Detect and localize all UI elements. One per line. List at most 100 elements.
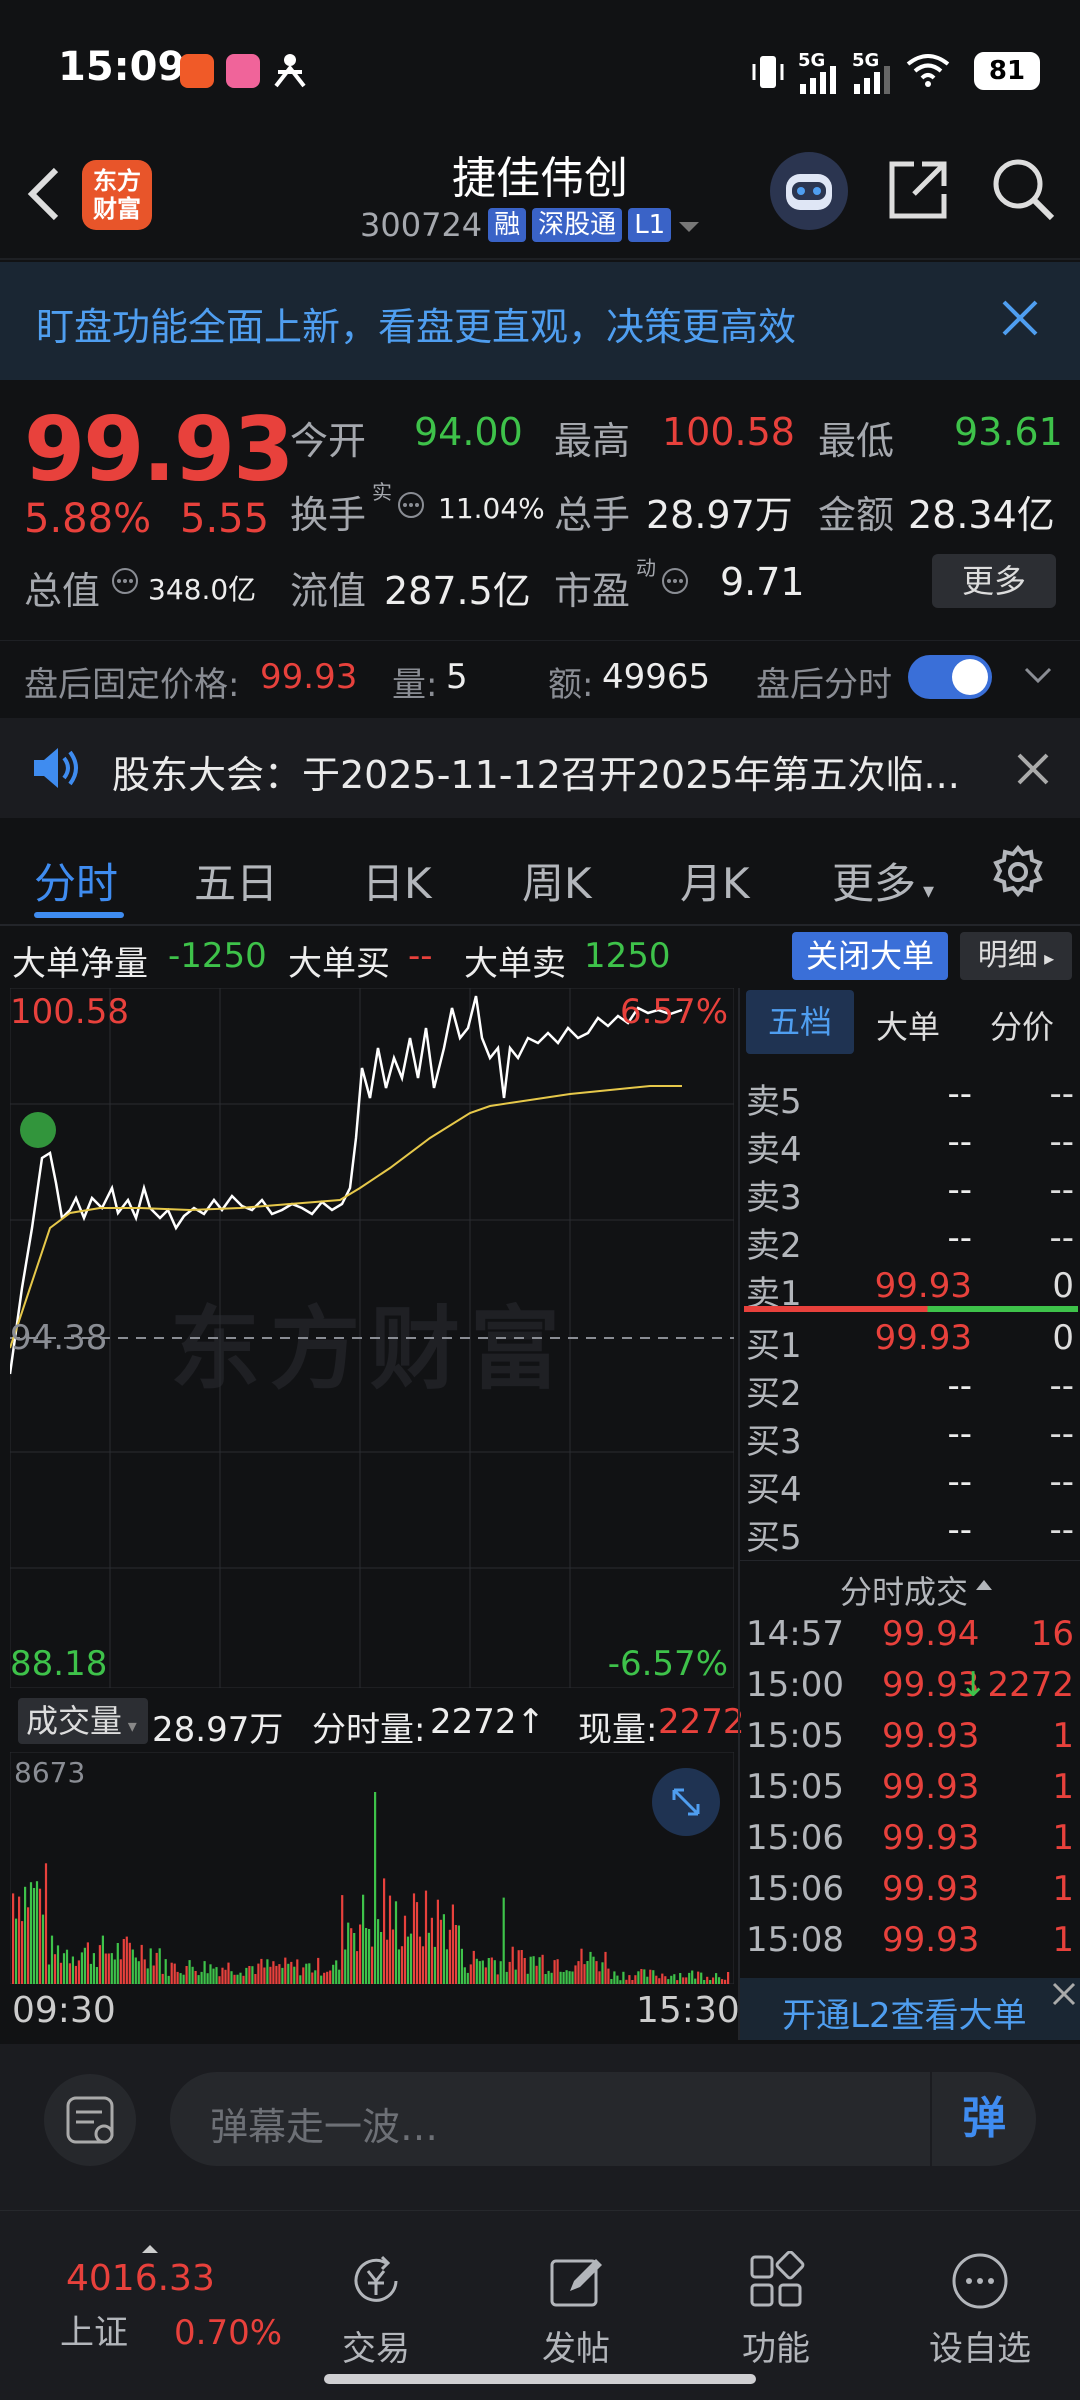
volume-bar [514, 1969, 517, 1984]
feature-banner[interactable]: 盯盘功能全面上新，看盘更直观，决策更高效 [0, 262, 1080, 380]
volume-chart[interactable]: 8673 [10, 1752, 734, 1984]
volume-selector[interactable]: 成交量 ▾ [18, 1698, 148, 1744]
volume-bar [397, 1949, 401, 1984]
after-hours-toggle[interactable] [908, 655, 992, 699]
danmaku-input[interactable]: 弹幕走一波… 弹 [170, 2072, 1036, 2166]
robot-assistant-icon[interactable] [770, 152, 848, 230]
search-icon[interactable] [990, 156, 1056, 226]
volume-bar [595, 1961, 598, 1984]
gear-icon[interactable] [990, 844, 1046, 904]
index-ticker[interactable]: 4016.33 上证 0.70% [60, 2239, 282, 2354]
info-icon[interactable] [396, 490, 426, 524]
volume-bar [610, 1979, 613, 1984]
volume-bar [215, 1967, 218, 1984]
tab-big-order[interactable]: 大单 [876, 1002, 940, 1048]
volume-bar [374, 1792, 377, 1984]
tab-daily-k[interactable]: 日K [362, 850, 432, 911]
volume-bar [47, 1964, 51, 1984]
l2-promo-bar[interactable]: 开通L2查看大单 [740, 1978, 1080, 2040]
expand-icon[interactable] [652, 1768, 720, 1836]
tab-5day[interactable]: 五日 [194, 850, 278, 911]
status-bar: 15:09 5G 5G 81 [0, 0, 1080, 130]
bottom-nav: 4016.33 上证 0.70% 交易 发帖 功能 设自选 [0, 2210, 1080, 2400]
info-icon[interactable] [660, 566, 690, 600]
volume-bar [649, 1969, 652, 1984]
level-volume: -- [1049, 1414, 1074, 1454]
trade-volume: 1 [1052, 1716, 1074, 1756]
turnover-sup: 实 [372, 480, 392, 504]
trades-header[interactable]: 分时成交 [740, 1560, 1080, 1611]
level-volume: -- [1049, 1074, 1074, 1114]
volume-total: 28.97万 [152, 1710, 284, 1750]
tab-weekly-k[interactable]: 周K [522, 850, 592, 911]
tab-intraday[interactable]: 分时 [34, 850, 118, 911]
volume-bar [338, 1969, 341, 1984]
level-price: 99.93 [874, 1266, 972, 1306]
volume-bar [185, 1966, 188, 1984]
volume-bar [65, 1949, 69, 1984]
nav-label: 功能 [742, 2329, 810, 2369]
danmaku-settings-icon[interactable] [44, 2074, 136, 2166]
danmaku-send-button[interactable]: 弹 [930, 2072, 1036, 2166]
volume-bar [50, 1935, 54, 1984]
high-value: 100.58 [662, 410, 795, 454]
minute-vol-value: 2272↑ [430, 1702, 546, 1742]
stock-header: 东方 财富 捷佳伟创 300724 融 深股通 L1 [0, 130, 1080, 260]
volume-bar [293, 1966, 296, 1984]
volume-bar [113, 1959, 116, 1984]
close-big-order-button[interactable]: 关闭大单 [792, 932, 948, 980]
volume-bar [445, 1949, 448, 1984]
grid-icon [746, 2250, 806, 2311]
nav-functions[interactable]: 功能 [696, 2250, 856, 2370]
volume-bar [682, 1977, 685, 1984]
volume-bar [427, 1932, 430, 1984]
more-button[interactable]: 更多 [932, 554, 1056, 608]
home-indicator[interactable] [324, 2374, 756, 2384]
volume-bar [517, 1950, 520, 1984]
level-volume: -- [1049, 1462, 1074, 1502]
level-price: -- [947, 1218, 972, 1258]
close-icon[interactable] [1050, 1980, 1078, 2012]
volume-bar [721, 1979, 724, 1984]
level-price: -- [947, 1414, 972, 1454]
volume-bar [544, 1974, 547, 1984]
volume-bar [188, 1960, 191, 1984]
nav-post[interactable]: 发帖 [496, 2251, 656, 2370]
info-icon[interactable] [110, 566, 140, 600]
level-volume: -- [1049, 1510, 1074, 1550]
panel-tabs: 五档 大单 分价 [740, 988, 1080, 1060]
pct-low-label: -6.57% [607, 1644, 728, 1684]
stock-subline[interactable]: 300724 融 深股通 L1 [360, 206, 701, 244]
tab-price-dist[interactable]: 分价 [990, 1002, 1054, 1048]
tab-monthly-k[interactable]: 月K [680, 850, 750, 911]
trades-title: 分时成交 [840, 1573, 969, 1611]
nav-trade[interactable]: 交易 [296, 2251, 456, 2370]
volume-bar [604, 1951, 607, 1984]
trade-volume: ↓2272 [958, 1665, 1074, 1705]
volume-bar [56, 1945, 60, 1984]
volume-bar [613, 1971, 616, 1984]
volume-bar [158, 1948, 161, 1984]
volume-bar [664, 1976, 667, 1984]
low-value: 93.61 [954, 410, 1063, 454]
yuan-cycle-icon [346, 2251, 406, 2311]
volume-bar [478, 1961, 481, 1984]
time-start: 09:30 [12, 1990, 116, 2031]
close-icon[interactable] [1000, 298, 1040, 342]
nav-add-watchlist[interactable]: 设自选 [900, 2251, 1060, 2370]
float-value: 287.5亿 [384, 569, 531, 613]
close-icon[interactable] [1016, 752, 1050, 790]
notice-bar[interactable]: 股东大会：于2025-11-12召开2025年第五次临... [0, 718, 1080, 818]
intraday-chart[interactable]: 100.58 6.57% 94.38 88.18 -6.57% [10, 988, 734, 1688]
tab-more[interactable]: 更多 ▾ [832, 850, 934, 911]
volume-bar [143, 1959, 146, 1984]
volume-bar [359, 1924, 362, 1984]
price-base-label: 94.38 [10, 1318, 108, 1358]
share-icon[interactable] [886, 158, 950, 226]
level-name: 买2 [746, 1374, 802, 1414]
volume-bar [263, 1967, 266, 1984]
detail-button[interactable]: 明细 ▸ [960, 932, 1072, 980]
chevron-down-icon[interactable] [1022, 665, 1054, 693]
volume-bar [41, 1914, 45, 1984]
tab-five-levels[interactable]: 五档 [746, 990, 854, 1054]
